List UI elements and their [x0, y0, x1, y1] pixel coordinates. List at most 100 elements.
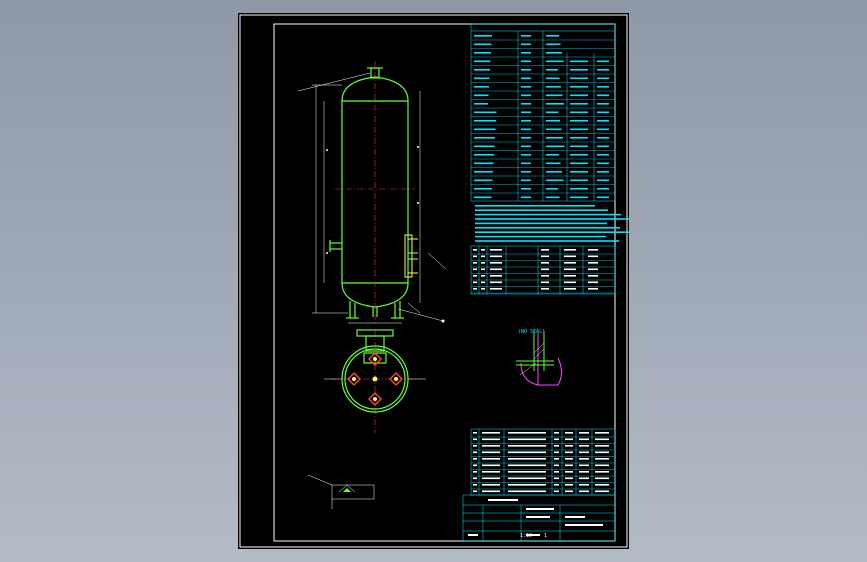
illegible-text: [475, 213, 621, 216]
illegible-text: [474, 171, 493, 173]
illegible-text: [508, 464, 546, 467]
illegible-text: [570, 86, 588, 88]
illegible-text: [521, 43, 531, 46]
illegible-text: [521, 188, 531, 190]
illegible-text: [597, 171, 609, 173]
illegible-text: [565, 490, 573, 493]
illegible-text: [595, 484, 609, 486]
illegible-text: [597, 179, 609, 182]
illegible-text: [482, 451, 500, 454]
nozzle-markers: [326, 146, 445, 323]
illegible-text: [570, 179, 588, 182]
illegible-text: [554, 445, 559, 447]
illegible-text: [481, 275, 485, 277]
illegible-text: [541, 275, 549, 277]
outer-frame: [239, 14, 628, 548]
illegible-text: [595, 464, 609, 467]
illegible-text: [588, 281, 598, 284]
drawing-scale: 1:10: [520, 533, 533, 539]
illegible-text: [595, 458, 609, 460]
illegible-text: [570, 60, 588, 63]
illegible-text: [570, 171, 588, 173]
illegible-text: [521, 196, 531, 199]
illegible-text: [475, 231, 629, 233]
illegible-text: [597, 69, 609, 71]
illegible-text: [482, 477, 500, 480]
illegible-text: [570, 137, 588, 139]
illegible-text: [521, 128, 531, 131]
illegible-text: [564, 268, 576, 271]
illegible-text: [473, 464, 477, 467]
illegible-text: [564, 275, 576, 277]
nozzle-table-rows: [471, 253, 615, 294]
seal-detail: [520, 333, 562, 386]
illegible-text: [474, 179, 493, 182]
illegible-text: [597, 86, 609, 88]
illegible-text: [474, 86, 489, 88]
illegible-text: [579, 490, 589, 493]
illegible-text: [565, 464, 573, 467]
illegible-text: [490, 275, 502, 277]
illegible-text: [579, 484, 589, 486]
illegible-text: [508, 484, 546, 486]
illegible-text: [521, 162, 531, 165]
illegible-text: [474, 162, 494, 165]
illegible-text: [508, 471, 546, 473]
illegible-text: [521, 179, 531, 182]
illegible-text: [521, 145, 531, 148]
illegible-text: [570, 196, 588, 199]
illegible-text: [570, 77, 588, 80]
illegible-text: [595, 477, 609, 480]
illegible-text: [508, 458, 546, 460]
illegible-text: [508, 445, 546, 447]
illegible-text: [579, 432, 589, 434]
illegible-text: [521, 154, 531, 156]
illegible-text: [508, 432, 546, 434]
illegible-text: [474, 60, 491, 63]
illegible-text: [481, 288, 485, 290]
illegible-text: [579, 477, 589, 480]
illegible-text: [546, 86, 561, 88]
illegible-text: [490, 288, 502, 290]
illegible-text: [579, 445, 589, 447]
illegible-text: [473, 288, 477, 290]
illegible-text: [546, 154, 559, 156]
illegible-text: [482, 445, 500, 447]
illegible-text: [597, 145, 609, 148]
illegible-text: [579, 438, 589, 441]
parts-list-rows: [471, 436, 615, 490]
technical-notes: [475, 205, 629, 242]
illegible-text: [570, 69, 588, 71]
illegible-text: [473, 268, 477, 271]
illegible-text: [473, 451, 477, 454]
illegible-text: [570, 154, 588, 156]
illegible-text: [474, 77, 490, 80]
illegible-text: [482, 490, 500, 493]
illegible-text: [490, 249, 502, 251]
illegible-text: [481, 268, 485, 271]
illegible-text: [473, 484, 477, 486]
dimension-lines: [297, 72, 447, 324]
illegible-text: [490, 281, 502, 284]
illegible-text: [597, 196, 609, 199]
illegible-text: [482, 471, 500, 473]
illegible-text: [474, 94, 489, 97]
nozzle-table-text: [473, 249, 598, 290]
illegible-text: [554, 471, 559, 473]
illegible-text: [521, 103, 531, 105]
illegible-text: [481, 249, 485, 251]
illegible-text: [595, 445, 609, 447]
illegible-text: [473, 249, 477, 251]
illegible-text: [595, 451, 609, 454]
illegible-text: [475, 227, 620, 229]
illegible-text: [546, 128, 562, 131]
illegible-text: [474, 52, 491, 54]
illegible-text: [521, 52, 531, 54]
illegible-text: [490, 255, 502, 258]
illegible-text: [474, 196, 492, 199]
illegible-text: [521, 77, 531, 80]
illegible-text: [564, 262, 576, 264]
illegible-text: [579, 464, 589, 467]
illegible-text: [474, 69, 490, 71]
illegible-text: [597, 103, 609, 105]
